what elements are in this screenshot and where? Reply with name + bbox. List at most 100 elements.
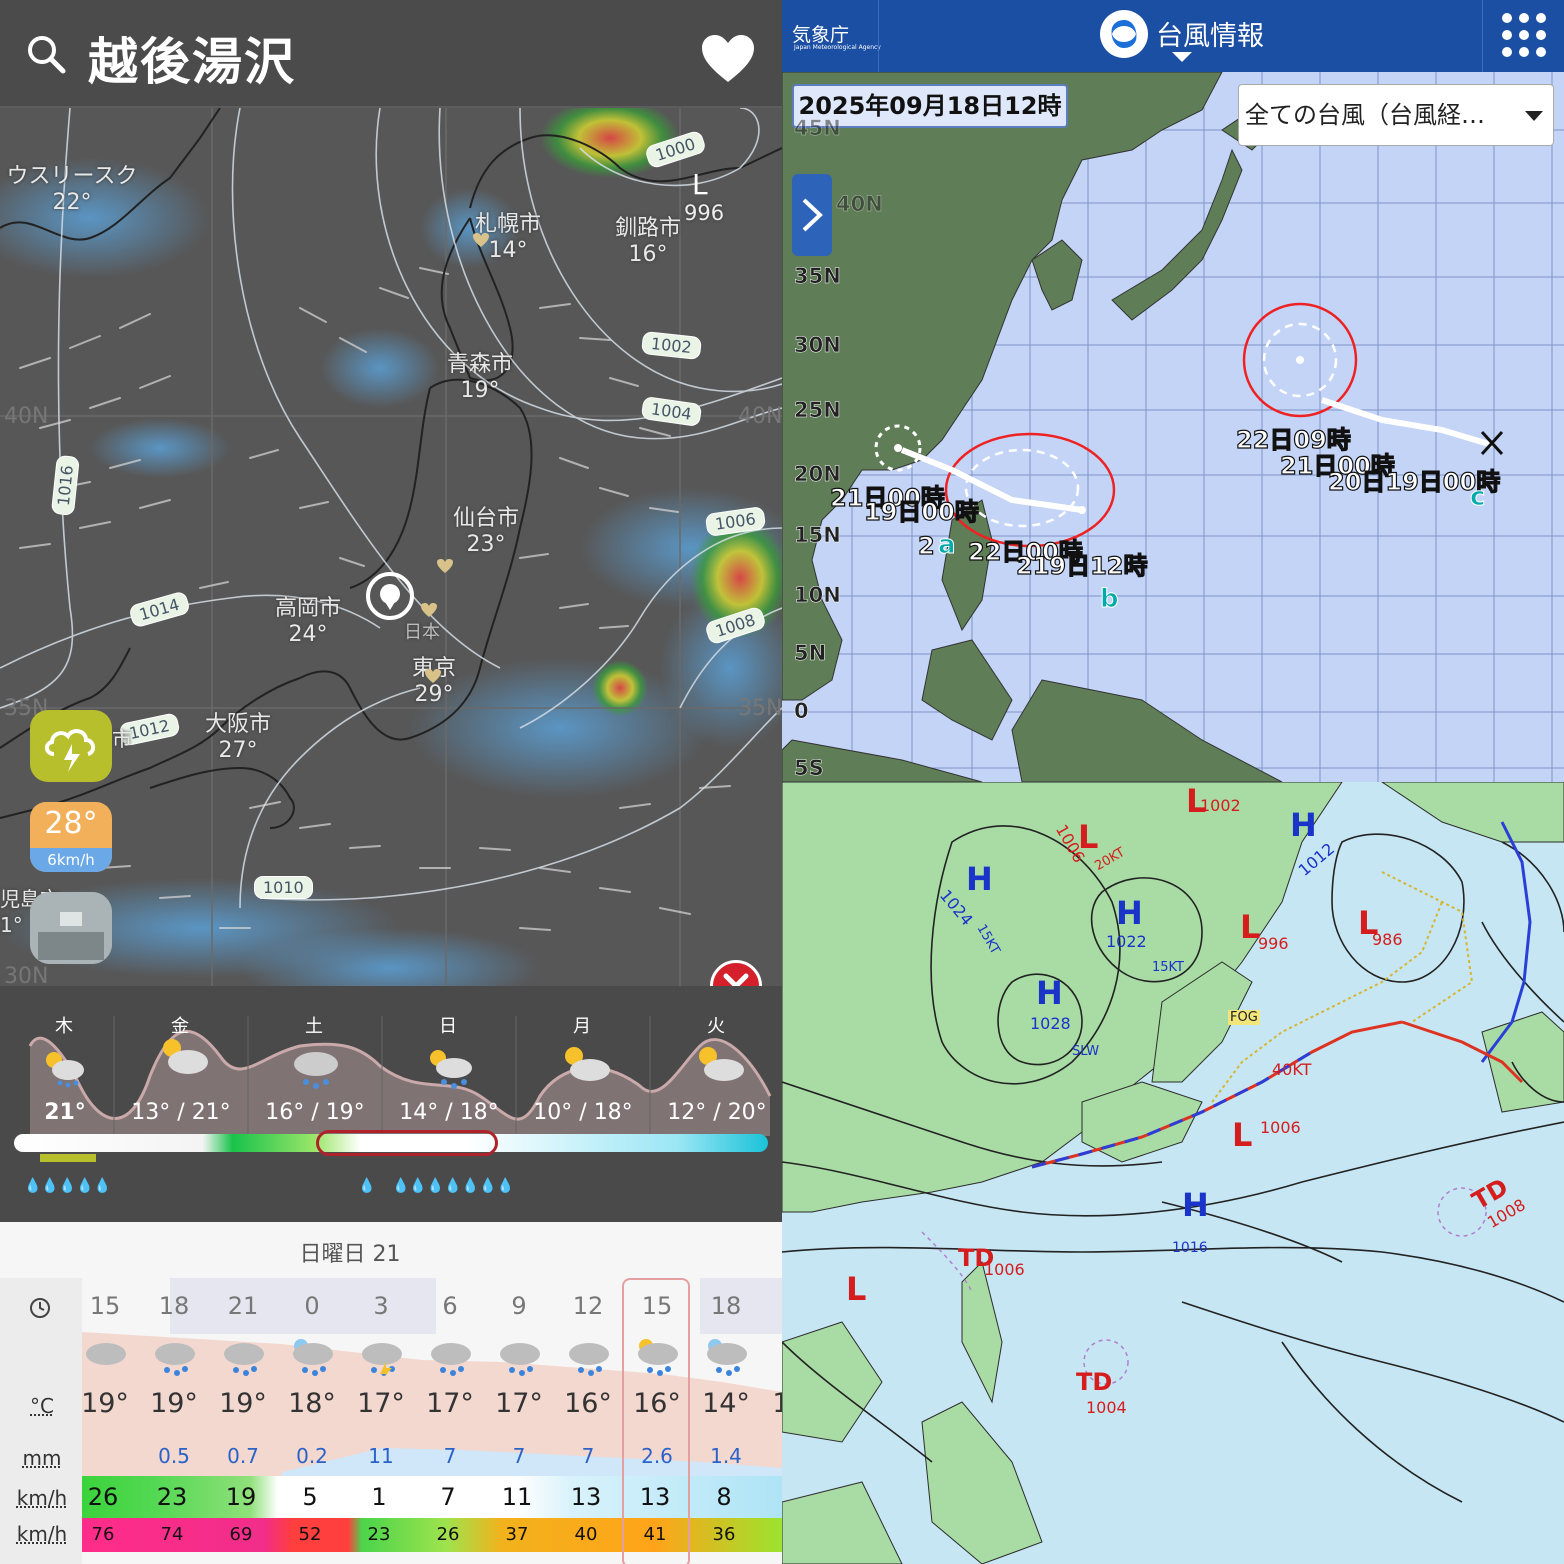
thunder-layer-button[interactable]: [30, 710, 112, 782]
favorite-heart-icon[interactable]: [700, 34, 756, 84]
daily-forecast[interactable]: 木 金 土 日 月 火 21° 13° / 21° 16° / 19° 14° …: [0, 986, 782, 1222]
rain-cloud-icon: [362, 1343, 402, 1378]
track-time-label: 19日00時: [863, 497, 979, 526]
wind-unit-label[interactable]: km/h: [14, 1486, 70, 1510]
city-label[interactable]: 大阪市 27°: [198, 712, 278, 764]
hour-wind-cell: 5: [302, 1483, 318, 1511]
sun-cloud-icon: [565, 1047, 610, 1081]
movement-speed: SLW: [1072, 1044, 1100, 1059]
windy-panel: 越後湯沢 1000 996 L 1002 1004 1006 1008 1014…: [0, 0, 782, 1564]
hour-wind-cell: 11: [501, 1483, 533, 1511]
typhoon-select[interactable]: 全ての台風（台風経…: [1238, 84, 1554, 146]
rain-drops: 💧: [358, 1178, 376, 1194]
jma-logo[interactable]: 気象庁: [792, 20, 849, 47]
track-time-label: 2: [917, 531, 935, 560]
timeline-selection[interactable]: [316, 1130, 498, 1156]
surface-weather-chart[interactable]: [782, 782, 1564, 1564]
pressure-value: 1004: [1086, 1398, 1127, 1417]
hour-gust-cell: 36: [712, 1524, 736, 1545]
hour-rain-cell: 7: [581, 1444, 595, 1468]
cloud-icon: [86, 1343, 126, 1365]
day-temp-range: 16° / 19°: [265, 1100, 365, 1125]
pressure-value: 1006: [984, 1260, 1025, 1279]
temp-unit-label[interactable]: °C: [14, 1394, 70, 1418]
city-label[interactable]: 青森市 19°: [440, 352, 520, 404]
pressure-value: 986: [1372, 930, 1403, 949]
hour-cell: 15: [89, 1292, 121, 1320]
hour-rain-cell: 0.7: [227, 1444, 259, 1468]
rain-drops: 💧💧💧💧💧: [24, 1178, 112, 1194]
hour-cell: 18: [158, 1292, 190, 1320]
rain-drops: 💧💧💧💧💧💧💧: [392, 1178, 515, 1194]
hour-gust-cell: 69: [229, 1524, 253, 1545]
day-name: 木: [55, 1016, 73, 1037]
location-name[interactable]: 越後湯沢: [88, 22, 296, 94]
hourly-forecast[interactable]: 日曜日 21 °C mm km/h km/h 15 18 21 0 3 6 9 12 15 18 …: [0, 1222, 782, 1564]
rain-unit-label[interactable]: mm: [14, 1446, 70, 1470]
city-label[interactable]: 釧路市 16°: [608, 216, 688, 268]
favorite-marker-icon[interactable]: [420, 602, 438, 618]
favorite-marker-icon[interactable]: [424, 668, 442, 684]
side-panel-toggle[interactable]: [792, 174, 832, 256]
pressure-value: 1016: [1172, 1240, 1208, 1256]
lat-label: 15N: [794, 523, 841, 548]
sun-rain-icon: [46, 1052, 84, 1088]
hour-cell: 18: [710, 1292, 742, 1320]
hour-wind-cell: 8: [716, 1483, 732, 1511]
city-label[interactable]: 高岡市 24°: [268, 596, 348, 648]
hour-wind-cell: 1: [371, 1483, 387, 1511]
rain-cloud-icon: [155, 1343, 195, 1376]
location-pin-icon[interactable]: [364, 570, 416, 622]
menu-button[interactable]: [1482, 0, 1564, 72]
hour-temp-cell: 17°: [357, 1388, 405, 1419]
webcam-thumbnail[interactable]: [30, 892, 112, 964]
day-name: 火: [707, 1016, 725, 1037]
lat-label: 30N: [794, 333, 841, 358]
high-pressure-mark: H: [966, 860, 993, 898]
movement-speed: 40KT: [1272, 1060, 1312, 1079]
search-bar[interactable]: 越後湯沢: [0, 0, 782, 108]
hour-wind-cell: 7: [440, 1483, 456, 1511]
pressure-value: 996: [1258, 934, 1289, 953]
typhoon-icon: [1100, 10, 1148, 58]
hour-gust-cell: 76: [91, 1524, 115, 1545]
current-temp-badge[interactable]: 28° 6km/h: [30, 802, 112, 872]
typhoon-letter-b[interactable]: b: [1100, 584, 1120, 615]
low-pressure-mark: L: [1232, 1116, 1253, 1154]
hour-cell: 21: [227, 1292, 259, 1320]
selected-hour-highlight[interactable]: [622, 1278, 690, 1564]
header-title[interactable]: 台風情報: [1156, 14, 1264, 53]
lat-label: 5S: [794, 756, 824, 781]
typhoon-letter-c[interactable]: c: [1469, 482, 1485, 513]
favorite-marker-icon[interactable]: [436, 558, 454, 574]
hour-wind-cell: 23: [156, 1483, 188, 1511]
edge-label-fragment: 市: [112, 727, 132, 751]
day-temp-range: 10° / 18°: [533, 1100, 633, 1125]
search-icon[interactable]: [26, 34, 66, 74]
favorite-marker-icon[interactable]: [472, 232, 490, 248]
edge-label-fragment: 1°: [0, 913, 23, 937]
gust-unit-label[interactable]: km/h: [14, 1522, 70, 1546]
hour-rain-cell: 0.5: [158, 1444, 190, 1468]
city-label[interactable]: 仙台市 23°: [446, 506, 526, 558]
city-label[interactable]: ウスリースク 22°: [4, 164, 140, 216]
chevron-down-icon[interactable]: [1172, 52, 1192, 64]
overflow-temp: 1: [772, 1388, 782, 1419]
hour-temp-cell: 19°: [150, 1388, 198, 1419]
rain-cloud-icon: [569, 1343, 609, 1376]
typhoon-letter-a[interactable]: a: [938, 530, 957, 561]
hour-cell: 6: [442, 1292, 458, 1320]
sun-cloud-icon: [163, 1039, 208, 1074]
grid-menu-icon: [1502, 13, 1546, 57]
hour-temp-cell: 16°: [564, 1388, 612, 1419]
hour-temp-cell: 19°: [81, 1388, 129, 1419]
sun-rain-icon: [430, 1050, 472, 1089]
wind-map[interactable]: 1000 996 L 1002 1004 1006 1008 1014 1016…: [0, 108, 782, 989]
hour-gust-cell: 23: [367, 1524, 391, 1545]
chevron-right-icon: [802, 198, 823, 232]
pressure-value: 1022: [1106, 932, 1147, 951]
day-name: 土: [305, 1016, 323, 1037]
hour-temp-cell: 14°: [702, 1388, 750, 1419]
weather-chart-panel: H H H H H 1024 1022 1028 1016 1012 L L L…: [782, 782, 1564, 1564]
lat-label: 45N: [794, 116, 841, 141]
